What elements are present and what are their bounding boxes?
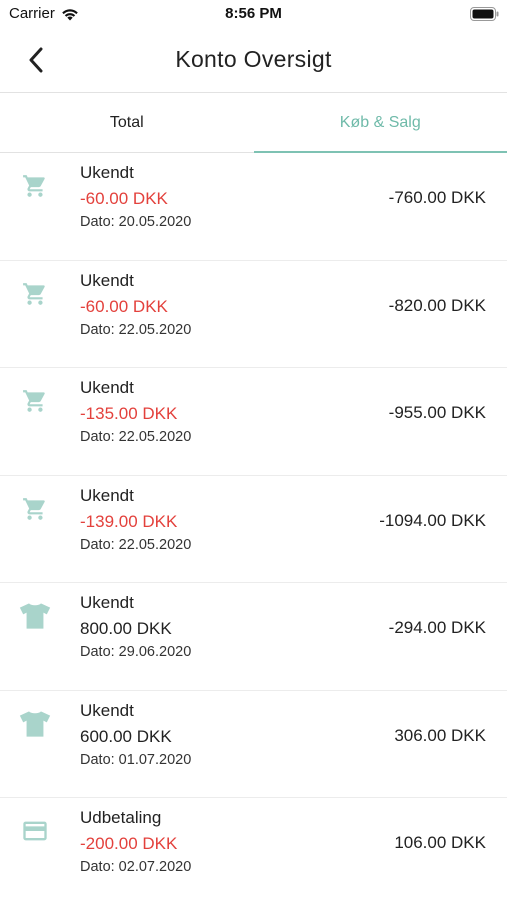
cart-icon [19,278,51,310]
tshirt-icon [19,708,51,740]
transaction-date: Dato: 22.05.2020 [80,536,192,553]
transaction-row[interactable]: Ukendt -60.00 DKK Dato: 22.05.2020 -820.00 … [0,261,507,368]
transaction-amount: 800.00 DKK [80,619,172,638]
tab-kob-salg[interactable]: Køb & Salg [253,93,507,153]
transaction-amount: -139.00 DKK [80,511,178,531]
status-bar: Carrier 8:56 PM [0,0,507,28]
transaction-balance: -955.00 DKK [388,403,486,422]
tab-total[interactable]: Total [0,93,254,152]
transaction-title: Ukendt [80,593,134,612]
transaction-title: Ukendt [80,485,134,505]
transaction-title: Ukendt [80,163,134,182]
status-time: 8:56 PM [225,5,282,22]
credit-card-icon [19,815,51,847]
transaction-amount: -60.00 DKK [80,296,168,316]
transaction-list: Ukendt -60.00 DKK Dato: 20.05.2020 -760.00 … [0,153,507,900]
transaction-row[interactable]: Udbetaling -200.00 DKK Dato: 02.07.2020 106… [0,798,507,900]
cart-icon [19,493,51,525]
transaction-amount: -200.00 DKK [80,834,178,853]
transaction-date: Dato: 20.05.2020 [80,214,192,230]
transaction-title: Ukendt [80,378,134,397]
transaction-balance: -294.00 DKK [388,618,486,637]
transaction-title: Ukendt [80,270,134,290]
navigation-bar: Konto Oversigt [0,30,507,93]
transaction-balance: -820.00 DKK [388,295,486,315]
cart-icon [19,385,51,417]
transaction-balance: 306.00 DKK [394,725,486,745]
tab-bar: Total Køb & Salg [0,93,507,153]
transaction-date: Dato: 22.05.2020 [80,321,192,338]
transaction-row[interactable]: Ukendt 800.00 DKK Dato: 29.06.2020 -294.00 … [0,583,507,691]
battery-icon [470,7,499,21]
transaction-balance: -1094.00 DKK [379,510,486,530]
transaction-balance: 106.00 DKK [394,833,486,852]
transaction-amount: 600.00 DKK [80,726,172,746]
transaction-date: Dato: 22.05.2020 [80,429,192,445]
transaction-row[interactable]: Ukendt -60.00 DKK Dato: 20.05.2020 -760.00 … [0,153,507,261]
cart-icon [19,170,51,202]
transaction-row[interactable]: Ukendt -139.00 DKK Dato: 22.05.2020 -1094.0… [0,476,507,583]
transaction-amount: -60.00 DKK [80,189,168,208]
transaction-balance: -760.00 DKK [388,188,486,207]
transaction-date: Dato: 01.07.2020 [80,751,192,768]
transaction-date: Dato: 29.06.2020 [80,644,192,660]
transaction-title: Udbetaling [80,808,162,827]
transaction-amount: -135.00 DKK [80,404,178,423]
transaction-title: Ukendt [80,700,134,720]
transaction-date: Dato: 02.07.2020 [80,859,192,875]
transaction-row[interactable]: Ukendt -135.00 DKK Dato: 22.05.2020 -955.00… [0,368,507,476]
tshirt-icon [19,600,51,632]
transaction-row[interactable]: Ukendt 600.00 DKK Dato: 01.07.2020 306.00 D… [0,691,507,798]
page-title: Konto Oversigt [175,46,332,72]
